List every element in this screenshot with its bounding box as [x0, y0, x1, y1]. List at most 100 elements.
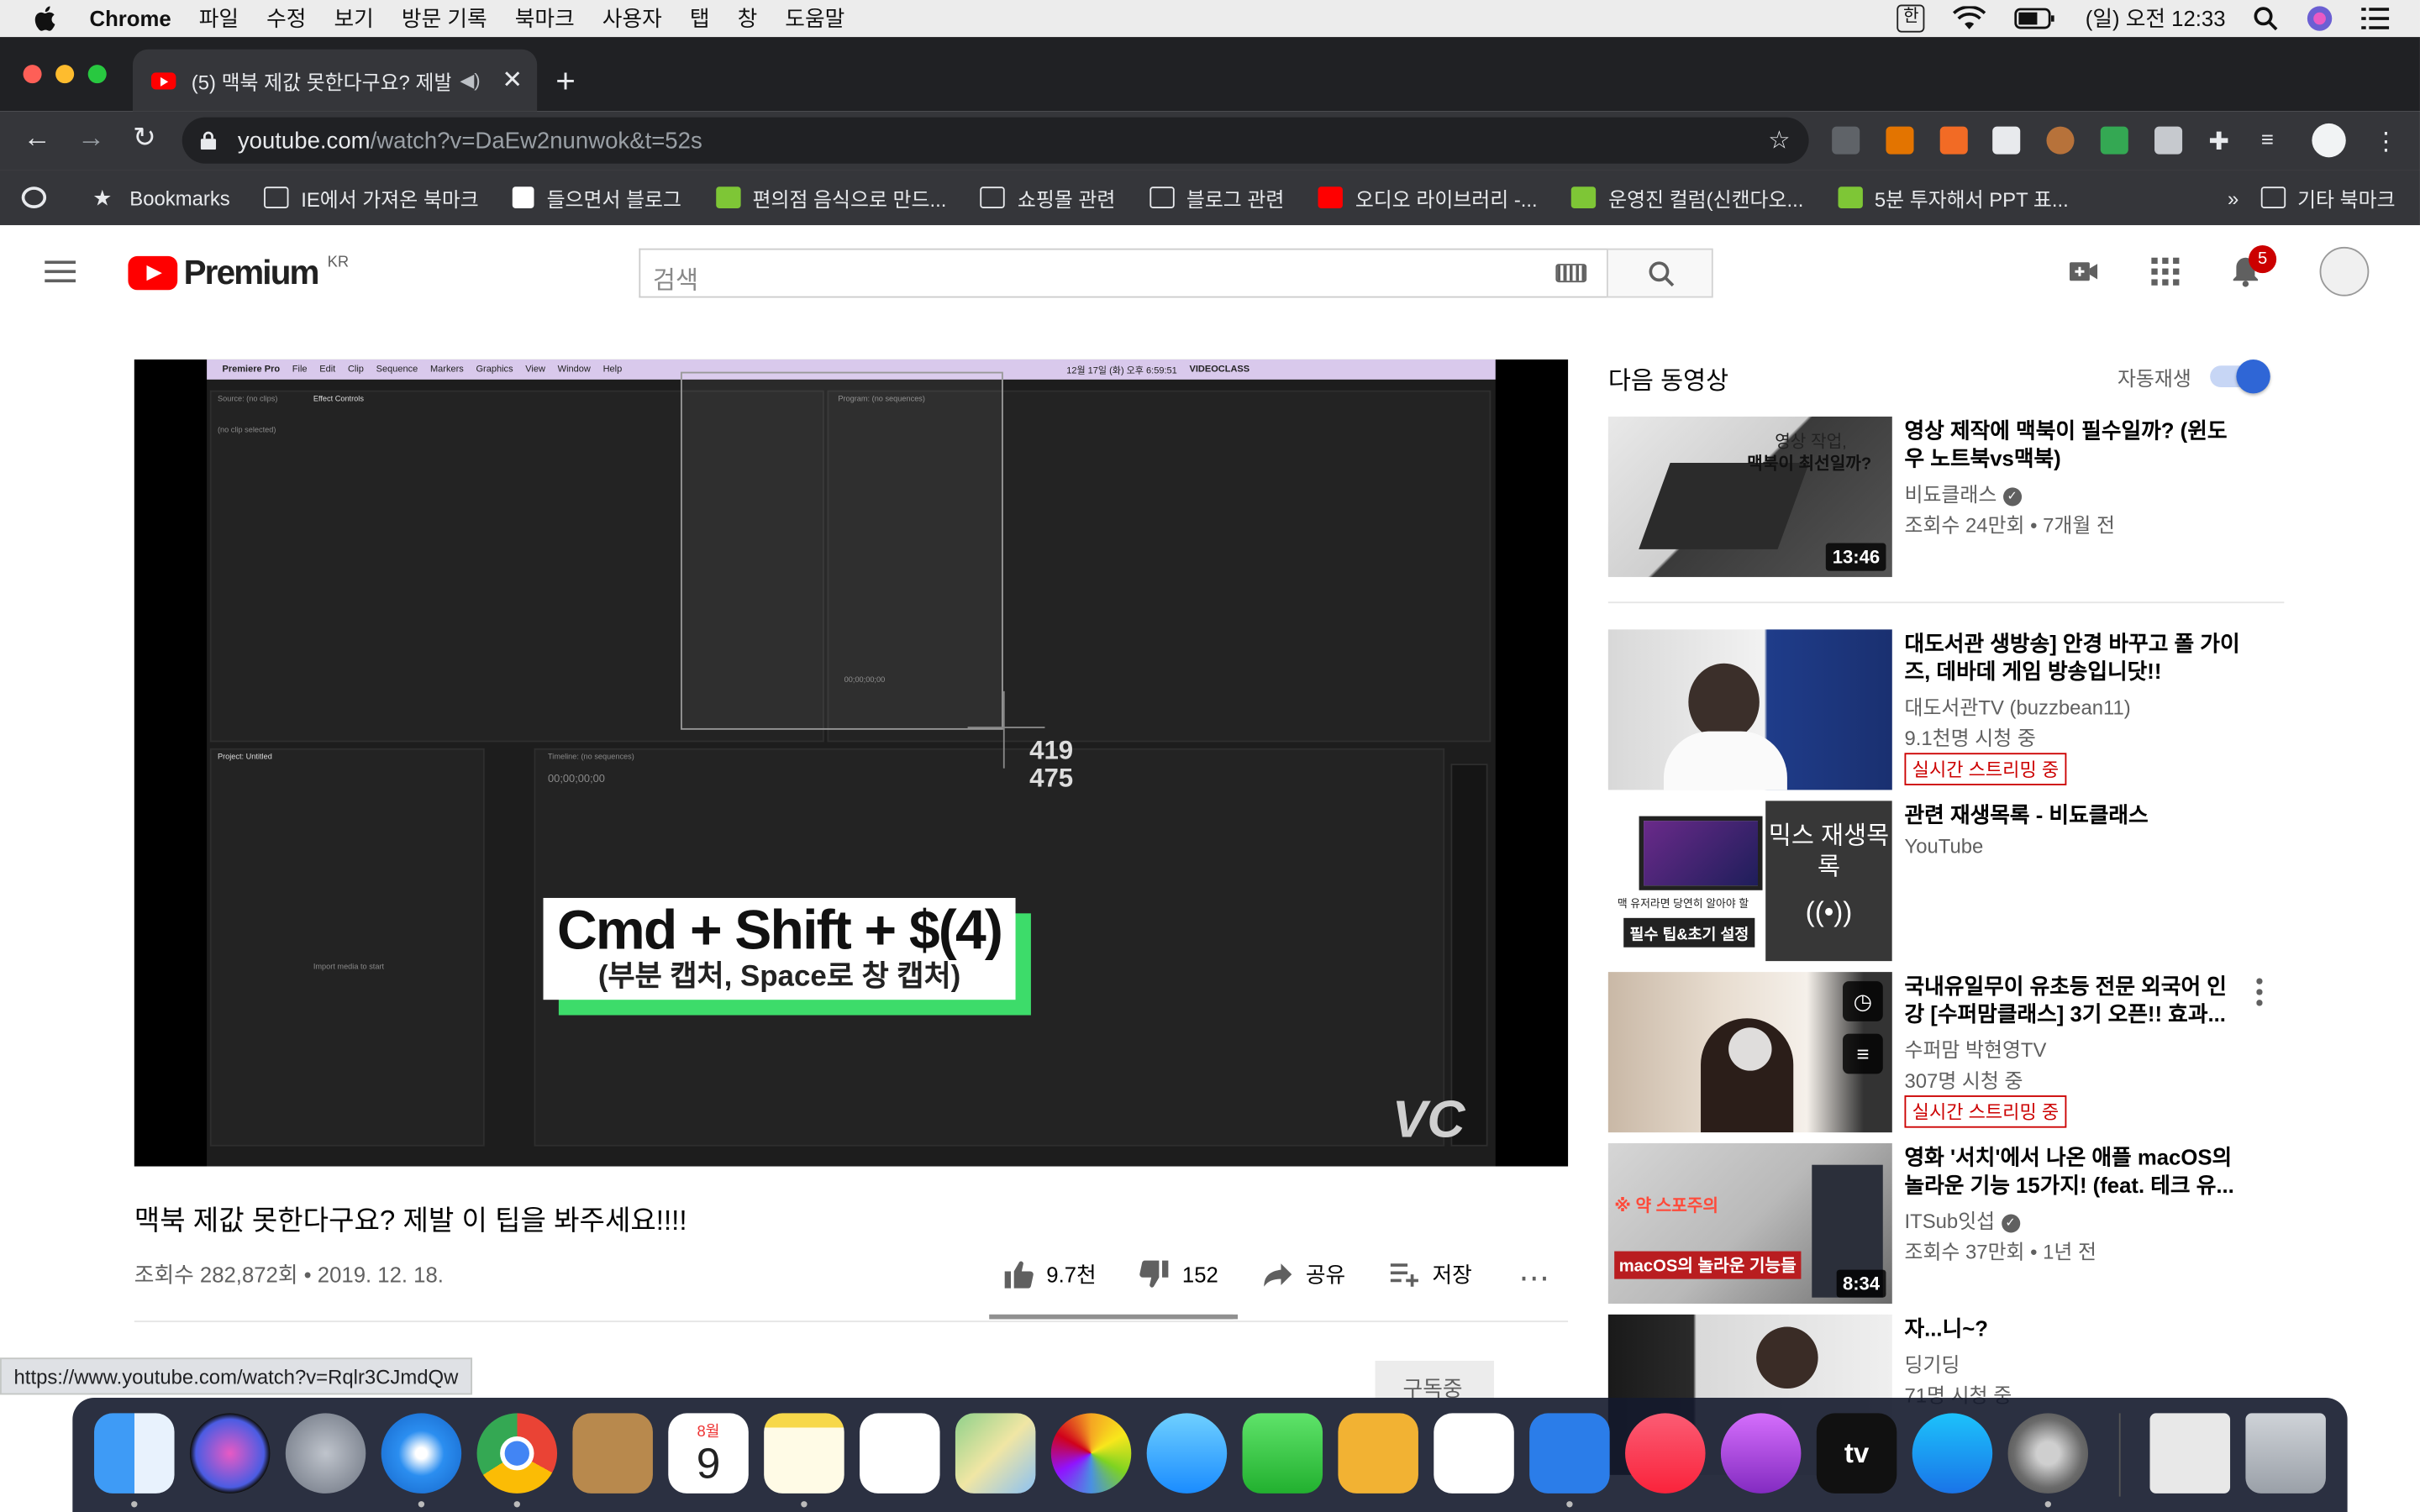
recommended-title[interactable]: 영상 제작에 맥북이 필수일까? (윈도우 노트북vs맥북)	[1904, 417, 2244, 472]
pages-icon[interactable]	[1338, 1413, 1418, 1494]
maps-icon[interactable]	[955, 1413, 1036, 1494]
bookmark-bookmarks[interactable]: ★ Bookmarks	[92, 186, 230, 209]
photos-icon[interactable]	[1050, 1413, 1132, 1494]
subscribe-button[interactable]: 구독중	[1375, 1360, 1494, 1401]
channel-watermark[interactable]: VC	[1392, 1091, 1465, 1152]
recommended-title[interactable]: 대도서관 생방송] 안경 바꾸고 폴 가이즈, 데바데 게임 방송입니닷!!	[1904, 629, 2244, 685]
extension-i-icon[interactable]	[1832, 126, 1860, 155]
recommended-channel[interactable]: YouTube	[1904, 835, 1983, 858]
messages-icon[interactable]	[1146, 1413, 1228, 1494]
keyboard-icon[interactable]	[1555, 264, 1587, 283]
recommended-title[interactable]: 자...니~?	[1904, 1315, 2244, 1342]
lock-icon[interactable]	[200, 131, 217, 150]
chrome-menu-icon[interactable]: ⋮	[2374, 127, 2402, 155]
facetime-icon[interactable]	[1242, 1413, 1323, 1494]
video-thumbnail[interactable]: ※ 약 스포주의 macOS의 놀라운 기능들 8:34	[1607, 1142, 1892, 1305]
like-button[interactable]: 9.7천	[1003, 1259, 1097, 1290]
menu-people[interactable]: 사용자	[602, 3, 662, 34]
recommended-channel[interactable]: 딩기딩	[1904, 1348, 1960, 1378]
menu-file[interactable]: 파일	[199, 3, 239, 34]
extension-image-icon[interactable]	[2154, 126, 2183, 155]
video-thumbnail[interactable]: 영상 작업, 맥북이 최선일까? 13:46	[1607, 416, 1892, 577]
search-input[interactable]: 검색	[639, 248, 1608, 298]
autoplay-toggle-knob[interactable]	[2236, 359, 2270, 394]
youtube-logo[interactable]: Premium KR	[128, 253, 349, 293]
guide-menu-icon[interactable]	[45, 260, 76, 283]
wifi-icon[interactable]	[1953, 6, 1986, 30]
app-store-icon[interactable]	[1912, 1413, 1993, 1494]
account-avatar[interactable]	[2319, 246, 2370, 297]
bookmark-ie[interactable]: IE에서 가져온 북마크	[264, 183, 479, 213]
video-thumbnail[interactable]	[1607, 629, 1892, 790]
notes-icon[interactable]	[764, 1413, 844, 1494]
bookmark-star-icon[interactable]: ☆	[1768, 125, 1790, 156]
window-zoom-button[interactable]	[87, 65, 107, 84]
battery-icon[interactable]	[2014, 8, 2057, 29]
extension-ex-icon[interactable]	[1939, 126, 1968, 155]
podcasts-icon[interactable]	[1720, 1413, 1802, 1494]
back-button[interactable]: ←	[24, 122, 51, 155]
bookmark-ppt[interactable]: 5분 투자해서 PPT 표...	[1837, 183, 2069, 213]
save-button[interactable]: 저장	[1389, 1259, 1472, 1290]
contacts-icon[interactable]	[572, 1413, 653, 1494]
bookmarks-overflow-button[interactable]: »	[2228, 186, 2238, 209]
siri-icon[interactable]	[189, 1413, 271, 1494]
keynote-icon[interactable]	[1529, 1413, 1610, 1494]
more-options-icon[interactable]	[2256, 978, 2263, 1006]
bookmark-apps[interactable]	[21, 186, 59, 208]
reload-button[interactable]: ↻	[133, 122, 156, 155]
recommended-video[interactable]: 대도서관 생방송] 안경 바꾸고 폴 가이즈, 데바데 게임 방송입니닷!! 대…	[1607, 629, 2287, 790]
extension-orange-icon[interactable]	[1886, 126, 1914, 155]
recommended-channel[interactable]: 수퍼맘 박현영TV	[1904, 1034, 2046, 1063]
numbers-icon[interactable]	[1434, 1413, 1514, 1494]
bookmark-convenience-food[interactable]: 편의점 음식으로 만드...	[715, 183, 946, 213]
downloads-stack-icon[interactable]	[2149, 1413, 2231, 1494]
music-icon[interactable]	[1625, 1413, 1706, 1494]
bookmark-other[interactable]: 기타 북마크	[2260, 183, 2396, 213]
tab-close-icon[interactable]: ✕	[502, 65, 523, 96]
search-button[interactable]	[1607, 248, 1713, 298]
chrome-icon[interactable]	[476, 1413, 558, 1494]
apple-icon[interactable]	[31, 3, 62, 34]
trash-icon[interactable]	[2245, 1413, 2326, 1494]
bookmark-blog-listen[interactable]: 들으면서 블로그	[513, 183, 681, 213]
menu-history[interactable]: 방문 기록	[402, 3, 487, 34]
menu-help[interactable]: 도움말	[785, 3, 844, 34]
system-preferences-icon[interactable]	[2007, 1413, 2089, 1494]
extension-document-icon[interactable]	[1992, 126, 2021, 155]
profile-avatar[interactable]	[2312, 123, 2346, 158]
recommended-playlist[interactable]: 맥 유저라면 당연히 알아야 할 필수 팁&초기 설정 믹스 재생목록 ((•)…	[1607, 801, 2287, 962]
address-bar[interactable]: youtube.com /watch?v=DaEw2nunwok&t=52s ☆	[182, 117, 1809, 164]
browser-tab-active[interactable]: (5) 맥북 제값 못한다구요? 제발 ◀) ✕	[132, 49, 538, 112]
recommended-channel[interactable]: 대도서관TV (buzzbean11)	[1904, 691, 2130, 721]
bookmark-audio-library[interactable]: 오디오 라이브러리 -...	[1318, 183, 1538, 213]
forward-button[interactable]: →	[77, 122, 105, 155]
recommended-title[interactable]: 영화 '서치'에서 나온 애플 macOS의 놀라운 기능 15가지! (fea…	[1904, 1143, 2244, 1199]
bookmark-column[interactable]: 운영진 컬럼(신캔다오...	[1571, 183, 1803, 213]
recommended-title[interactable]: 국내유일무이 유초등 전문 외국어 인강 [수퍼맘클래스] 3기 오픈!! 효과…	[1904, 972, 2244, 1027]
tab-audio-icon[interactable]: ◀)	[460, 70, 480, 92]
menu-bookmarks[interactable]: 북마크	[515, 3, 575, 34]
recommended-title[interactable]: 관련 재생목록 - 비됴클래스	[1904, 801, 2244, 828]
video-player[interactable]: Premiere Pro File Edit Clip Sequence Mar…	[134, 359, 1569, 1167]
calendar-icon[interactable]: 8월 9	[668, 1413, 749, 1494]
dislike-button[interactable]: 152	[1139, 1259, 1218, 1290]
new-tab-button[interactable]: +	[555, 61, 576, 102]
recommended-video[interactable]: ※ 약 스포주의 macOS의 놀라운 기능들 8:34 영화 '서치'에서 나…	[1607, 1142, 2287, 1305]
media-control-icon[interactable]: ≡	[2261, 127, 2289, 155]
extensions-puzzle-icon[interactable]: ✚	[2208, 127, 2236, 155]
input-source-icon[interactable]: 한	[1897, 4, 1925, 33]
bookmark-shopping[interactable]: 쇼핑몰 관련	[980, 183, 1115, 213]
recommended-channel[interactable]: ITSub잇섭 ✓	[1904, 1205, 2020, 1234]
window-close-button[interactable]	[23, 65, 42, 84]
playlist-thumbnail[interactable]: 맥 유저라면 당연히 알아야 할 필수 팁&초기 설정 믹스 재생목록 ((•)…	[1607, 801, 1892, 962]
bookmark-blog[interactable]: 블로그 관련	[1149, 183, 1284, 213]
notification-center-icon[interactable]	[2361, 8, 2390, 29]
siri-icon[interactable]	[2306, 5, 2333, 33]
menu-tab[interactable]: 탭	[690, 3, 710, 34]
apple-tv-icon[interactable]: tv	[1816, 1413, 1897, 1494]
share-button[interactable]: 공유	[1262, 1259, 1345, 1290]
video-thumbnail[interactable]: ◷ ≡	[1607, 972, 1892, 1133]
extension-green-icon[interactable]	[2100, 126, 2128, 155]
spotlight-icon[interactable]	[2254, 6, 2278, 31]
